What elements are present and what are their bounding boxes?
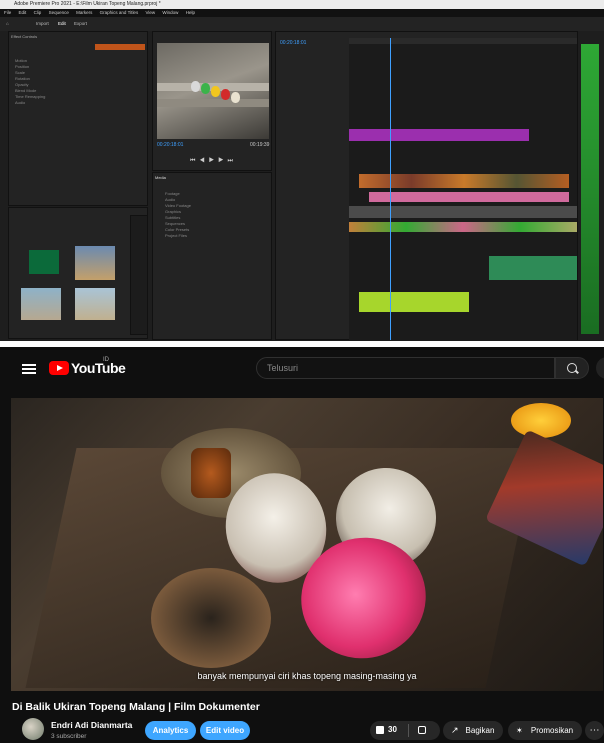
mask-figure [201,83,210,94]
mask-figure [231,92,240,103]
like-divider [408,724,409,737]
share-icon: ↗ [451,725,459,735]
audio-meters [581,44,599,334]
menu-window[interactable]: Window [162,10,178,15]
mask-figure [191,81,200,92]
audio-clip[interactable] [359,292,469,312]
promote-label: Promosikan [530,726,574,735]
stone-step [157,99,269,107]
audio-clip[interactable] [489,256,577,280]
sequence-timecode: 00:20:18:01 [280,40,307,46]
menu-bar: File Edit Clip Sequence Markers Graphics… [0,9,604,17]
thumbs-up-icon[interactable] [376,726,384,734]
timeline-tracks[interactable] [349,44,577,340]
video-clip[interactable] [349,129,529,141]
megaphone-icon: ✶ [516,726,523,735]
tab-export[interactable]: Export [74,21,87,26]
menu-help[interactable]: Help [186,10,195,15]
analytics-button[interactable]: Analytics [145,721,196,740]
video-clip[interactable] [369,192,569,202]
hamburger-menu-icon[interactable] [22,364,36,374]
country-code: ID [103,357,109,363]
project-panel-title: Media [155,175,166,180]
adjustment-clip[interactable] [349,206,577,218]
youtube-page: YouTube ID Telusuri banyak mempunyai cir… [0,347,604,743]
project-panel: Media Footage Audio Video Footage Graphi… [152,172,272,340]
more-actions-icon[interactable]: ⋯ [585,721,604,740]
effect-row[interactable]: Audio [9,100,147,106]
menu-sequence[interactable]: Sequence [49,10,69,15]
search-icon [567,363,577,373]
effect-controls-panel: Effect Controls Motion Position Scale Ro… [8,31,148,206]
monitor-duration: 00:19:39 [250,142,270,148]
window-title: Adobe Premiere Pro 2021 - E:\Film Ukiran… [0,0,604,9]
tab-import[interactable]: Import [36,21,49,26]
timeline-playhead[interactable] [390,38,391,340]
program-monitor-frame [157,43,269,139]
youtube-header: YouTube ID Telusuri [0,347,604,389]
tea-glass [191,448,231,498]
share-label: Bagikan [465,726,495,735]
video-subtitle: banyak mempunyai ciri khas topeng masing… [197,671,417,681]
tab-edit[interactable]: Edit [58,21,66,26]
menu-graphics[interactable]: Graphics and Titles [100,10,139,15]
menu-view[interactable]: View [145,10,155,15]
video-title: Di Balik Ukiran Topeng Malang | Film Dok… [12,701,260,713]
promote-button[interactable]: ✶ Promosikan [508,721,582,740]
menu-edit[interactable]: Edit [19,10,27,15]
channel-name[interactable]: Endri Adi Dianmarta [51,720,132,730]
search-input[interactable]: Telusuri [256,357,555,379]
premiere-window: Adobe Premiere Pro 2021 - E:\Film Ukiran… [0,0,604,341]
media-thumbnail[interactable] [21,288,61,320]
voice-search-button[interactable] [596,357,604,379]
search-button[interactable] [555,357,589,379]
video-player[interactable]: banyak mempunyai ciri khas topeng masing… [11,398,603,691]
yellow-object [511,403,571,438]
monitor-timecode: 00:20:18:01 [157,142,184,148]
media-thumbnail[interactable] [75,246,115,280]
like-dislike-group: 30 [370,721,440,740]
tools-panel [130,215,148,335]
workspace-bar: ⌂ Import Edit Export [0,17,604,31]
youtube-wordmark[interactable]: YouTube [71,360,126,376]
menu-file[interactable]: File [4,10,11,15]
edit-video-button[interactable]: Edit video [200,721,250,740]
youtube-logo-icon[interactable] [49,361,69,375]
menu-clip[interactable]: Clip [34,10,42,15]
clay-pot [151,568,271,668]
thumbs-down-icon[interactable] [418,726,426,734]
effect-controls-tab[interactable]: Effect Controls [9,32,147,41]
mask-figure [211,86,220,97]
playback-controls[interactable]: ⏮◀▶▶⏭ [190,158,237,165]
menu-markers[interactable]: Markers [76,10,92,15]
subscriber-count: 3 subscriber [51,733,87,740]
home-icon[interactable]: ⌂ [6,21,9,26]
share-button[interactable]: ↗ Bagikan [443,721,503,740]
media-browser-panel [8,207,148,339]
clip-bar [95,44,145,50]
mask-figure [221,89,230,100]
media-thumbnail[interactable] [75,288,115,320]
channel-avatar[interactable] [22,718,44,740]
video-clip[interactable] [349,222,577,232]
media-thumbnail[interactable] [29,250,59,274]
like-count: 30 [388,725,397,734]
search-placeholder: Telusuri [267,363,299,373]
bin-item[interactable]: Project Files [159,233,265,239]
